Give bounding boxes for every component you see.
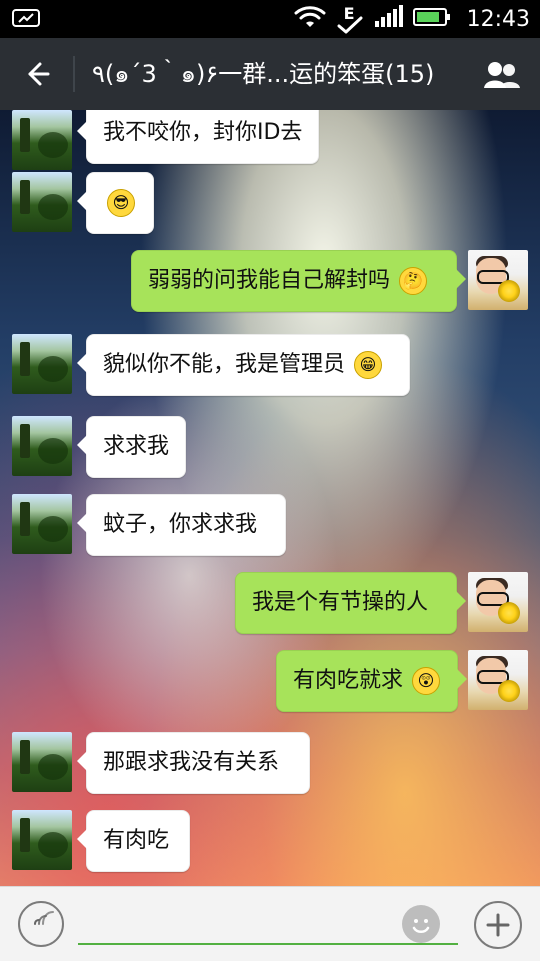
surprised-face-emoji: 😲 [412, 667, 441, 695]
message-text: 有肉吃 [103, 828, 170, 853]
questioning-face-emoji: 🤔 [399, 267, 428, 295]
sender-avatar[interactable] [12, 416, 72, 476]
grinning-face-emoji: 😁 [354, 351, 383, 379]
sender-avatar[interactable] [12, 810, 72, 870]
sender-avatar[interactable] [12, 172, 72, 232]
more-actions-button[interactable] [474, 901, 522, 949]
message-bubble-left[interactable]: 有肉吃 [77, 810, 190, 872]
sender-avatar[interactable] [12, 334, 72, 394]
signal-icon [373, 5, 403, 33]
message-input-bar [0, 886, 540, 961]
message-row [12, 810, 72, 870]
app-notification-icon [12, 7, 40, 29]
clock-time: 12:43 [466, 6, 530, 32]
message-bubble-left[interactable]: 我不咬你，封你ID去 [76, 110, 320, 164]
status-bar: E 12:43 [0, 0, 540, 38]
message-input-underline [78, 943, 458, 945]
voice-icon [34, 911, 54, 925]
back-arrow-icon [28, 62, 50, 86]
network-type-indicator: E [337, 4, 363, 34]
sender-avatar[interactable] [12, 110, 72, 170]
message-row [468, 250, 528, 310]
message-row [12, 334, 72, 394]
message-row [468, 650, 528, 710]
chat-top-bar: ٩(๑´3｀๑)۶一群...运的笨蛋(15) [0, 38, 540, 110]
message-text: 貌似你不能，我是管理员 [103, 352, 346, 377]
plus-icon [486, 913, 510, 937]
emoji-icon [403, 906, 439, 942]
message-text: 有肉吃就求 [293, 668, 404, 693]
group-members-icon [484, 62, 520, 88]
message-text: 蚊子，你求求我 [103, 512, 258, 537]
own-avatar[interactable] [468, 650, 528, 710]
back-button[interactable] [18, 56, 54, 92]
message-bubble-right[interactable]: 弱弱的问我能自己解封吗 🤔 [131, 250, 466, 312]
emoji-button[interactable] [402, 905, 440, 943]
cool-face-emoji: 😎 [107, 189, 135, 217]
message-bubble-left[interactable]: 那跟求我没有关系 [77, 732, 310, 794]
message-row [12, 416, 72, 476]
message-bubble-right[interactable]: 有肉吃就求 😲 [276, 650, 467, 712]
sender-avatar[interactable] [12, 494, 72, 554]
own-avatar[interactable] [468, 572, 528, 632]
message-row [468, 572, 528, 632]
message-bubble-left[interactable]: 蚊子，你求求我 [77, 494, 286, 556]
message-text: 弱弱的问我能自己解封吗 [148, 268, 391, 293]
message-bubble-right[interactable]: 我是个有节操的人 [235, 572, 466, 634]
message-row [12, 172, 72, 232]
message-text: 求求我 [103, 434, 170, 459]
message-bubble-left[interactable]: 求求我 [76, 416, 187, 478]
message-text: 我不咬你，封你ID去 [103, 120, 303, 145]
message-bubble-left[interactable]: 😎 [77, 172, 154, 234]
chat-area[interactable]: 我不咬你，封你ID去 😎 弱弱的问我能自己解封吗 🤔 貌似你不能，我是管理员 😁… [0, 110, 540, 886]
group-members-button[interactable] [480, 58, 524, 90]
chat-title: ٩(๑´3｀๑)۶一群...运的笨蛋(15) [92, 60, 435, 88]
battery-icon [412, 6, 451, 32]
wifi-icon [293, 4, 327, 34]
message-input[interactable] [78, 907, 402, 943]
message-bubble-left[interactable]: 貌似你不能，我是管理员 😁 [77, 334, 410, 396]
topbar-divider [73, 56, 75, 92]
sender-avatar[interactable] [12, 732, 72, 792]
own-avatar[interactable] [468, 250, 528, 310]
message-text: 我是个有节操的人 [252, 590, 429, 615]
message-row [12, 732, 72, 792]
message-row [12, 110, 72, 170]
check-icon [337, 16, 363, 34]
message-row [12, 494, 72, 554]
status-icons: E 12:43 [293, 0, 530, 38]
voice-input-button[interactable] [18, 901, 64, 947]
message-text: 那跟求我没有关系 [103, 750, 280, 775]
